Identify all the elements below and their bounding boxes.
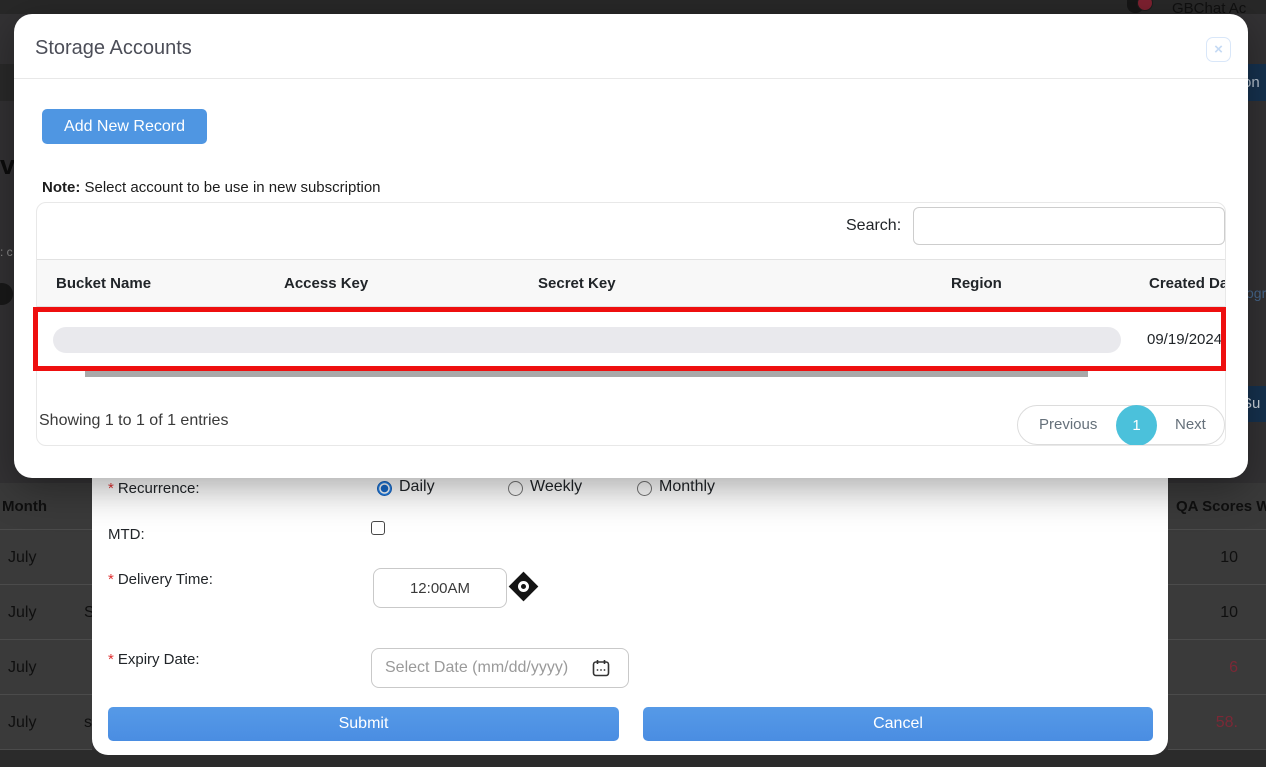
recurrence-radio-weekly[interactable] — [508, 481, 523, 496]
table-row: July s — [0, 695, 92, 750]
table-row: July S — [0, 585, 92, 640]
pagination-previous-button[interactable]: Previous — [1039, 406, 1097, 444]
pagination-next-button[interactable]: Next — [1175, 406, 1206, 444]
add-new-record-button[interactable]: Add New Record — [42, 109, 207, 144]
header-user-label: GBChat Ac — [1172, 0, 1246, 14]
month-column-header: Month — [0, 483, 92, 530]
recurrence-option-label[interactable]: Daily — [399, 478, 435, 496]
month-cell: July — [8, 714, 36, 731]
pagination-page-1-button[interactable]: 1 — [1116, 405, 1157, 446]
calendar-icon[interactable] — [592, 659, 610, 677]
note-text: Note: Select account to be use in new su… — [42, 179, 381, 196]
table-header-row: Bucket Name Access Key Secret Key Region… — [37, 259, 1226, 307]
qa-score-cell: 6 — [1229, 659, 1238, 676]
qa-score-cell: 58. — [1216, 714, 1238, 731]
divider — [14, 78, 1248, 79]
notification-badge — [1137, 0, 1153, 11]
partial-cell: S — [84, 585, 92, 640]
qa-score-cell: 10 — [1220, 549, 1238, 566]
recurrence-label: *Recurrence: — [108, 480, 200, 497]
table-row: 58. — [1168, 695, 1266, 750]
recurrence-radio-daily[interactable] — [377, 481, 392, 496]
recurrence-radio-monthly[interactable] — [637, 481, 652, 496]
column-header-bucket-name[interactable]: Bucket Name — [56, 260, 151, 308]
modal-title: Storage Accounts — [35, 37, 192, 60]
required-marker: * — [108, 651, 114, 668]
table-row: 10 — [1168, 530, 1266, 585]
time-picker-crosshair-icon[interactable] — [509, 572, 539, 602]
cancel-button[interactable]: Cancel — [643, 707, 1153, 741]
screen: GBChat Ac ve : c on ogr Su Month July Ju… — [0, 0, 1266, 767]
submit-button[interactable]: Submit — [108, 707, 619, 741]
row-highlight-annotation — [33, 307, 1226, 371]
column-header-created-date[interactable]: Created Date — [1149, 260, 1226, 308]
background-topbar: GBChat Ac — [0, 0, 1266, 14]
table-row: 6 — [1168, 640, 1266, 695]
month-cell: July — [8, 659, 36, 676]
column-header-region[interactable]: Region — [951, 260, 1002, 308]
note-label: Note: — [42, 179, 80, 196]
storage-accounts-modal: Storage Accounts × Add New Record Note: … — [14, 14, 1248, 478]
delivery-time-input[interactable] — [373, 568, 507, 608]
search-input[interactable] — [913, 207, 1225, 245]
annotation-shadow — [85, 371, 1088, 377]
partial-cell: s — [84, 695, 92, 750]
required-marker: * — [108, 571, 114, 588]
pagination: Previous 1 Next — [1017, 405, 1225, 445]
background-small-fragment: : c — [0, 245, 13, 259]
close-icon[interactable]: × — [1206, 37, 1231, 62]
background-qa-table: QA Scores W 10 10 6 58. — [1168, 483, 1266, 750]
mtd-label: MTD: — [108, 526, 145, 543]
table-row: July — [0, 640, 92, 695]
qa-scores-column-header: QA Scores W — [1168, 483, 1266, 530]
delivery-time-label: *Delivery Time: — [108, 571, 213, 588]
month-cell: July — [8, 549, 36, 566]
column-header-access-key[interactable]: Access Key — [284, 260, 368, 308]
column-header-secret-key[interactable]: Secret Key — [538, 260, 616, 308]
showing-entries-text: Showing 1 to 1 of 1 entries — [39, 412, 228, 430]
expiry-date-input[interactable] — [371, 648, 629, 688]
table-row: 10 — [1168, 585, 1266, 640]
recurrence-option-label[interactable]: Weekly — [530, 478, 582, 496]
search-label: Search: — [846, 217, 901, 235]
background-link-fragment: ogr — [1246, 285, 1266, 301]
background-avatar-fragment — [0, 283, 13, 305]
qa-score-cell: 10 — [1220, 604, 1238, 621]
background-month-table: Month July July S July July s — [0, 483, 92, 750]
table-row: July — [0, 530, 92, 585]
required-marker: * — [108, 480, 114, 497]
subscription-form-modal: *Recurrence: Daily Weekly Monthly MTD: *… — [92, 430, 1168, 755]
mtd-checkbox[interactable] — [371, 521, 385, 535]
month-cell: July — [8, 604, 36, 621]
recurrence-option-label[interactable]: Monthly — [659, 478, 715, 496]
expiry-date-label: *Expiry Date: — [108, 651, 200, 668]
